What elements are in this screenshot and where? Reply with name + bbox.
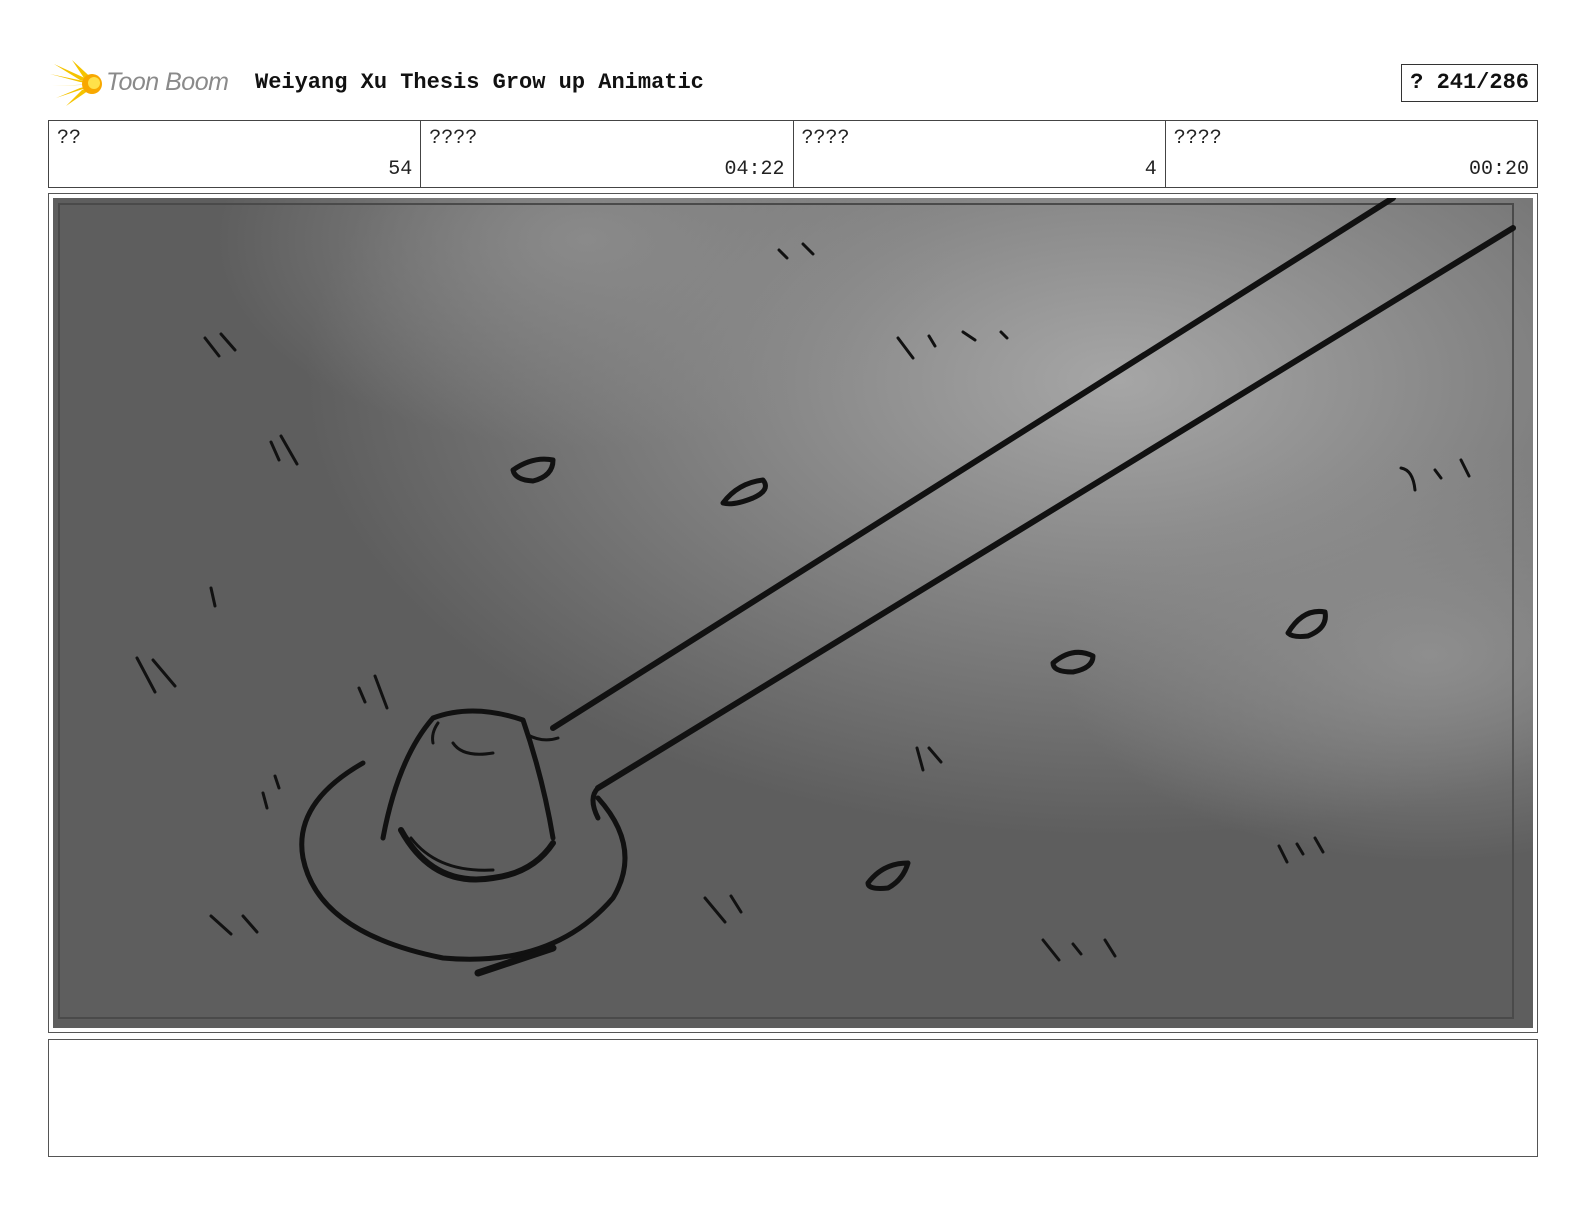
- info-cell-panel: ?? 54: [49, 121, 422, 187]
- notes-box[interactable]: [48, 1039, 1538, 1157]
- info-value: 04:22: [724, 158, 785, 181]
- storyboard-header: Toon Boom Weiyang Xu Thesis Grow up Anim…: [48, 54, 1538, 110]
- info-label: ??: [57, 127, 82, 150]
- logo-wordmark: Toon Boom: [106, 68, 229, 96]
- info-label: ????: [801, 127, 850, 150]
- panel-info-row: ?? 54 ???? 04:22 ???? 4 ???? 00:20: [48, 120, 1538, 188]
- storyboard-panel: [48, 193, 1538, 1033]
- project-title: Weiyang Xu Thesis Grow up Animatic: [255, 70, 704, 95]
- info-value: 00:20: [1468, 158, 1529, 181]
- toon-boom-logo: Toon Boom: [50, 58, 240, 108]
- page-indicator: ? 241/286: [1401, 64, 1538, 102]
- info-cell-timecode: ???? 04:22: [421, 121, 794, 187]
- info-value: 54: [388, 158, 413, 181]
- info-cell-duration: ???? 00:20: [1166, 121, 1537, 187]
- sketch-image: [53, 198, 1533, 1028]
- info-label: ????: [1173, 127, 1222, 150]
- starburst-logo-icon: [50, 60, 102, 106]
- info-cell-count: ???? 4: [794, 121, 1166, 187]
- info-value: 4: [1144, 158, 1157, 181]
- info-label: ????: [429, 127, 478, 150]
